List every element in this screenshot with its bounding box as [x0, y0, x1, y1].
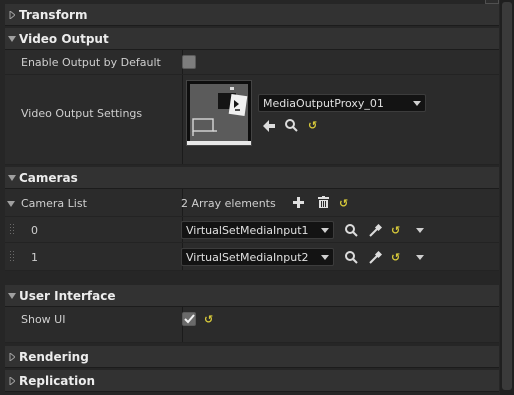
checkmark-icon — [184, 314, 195, 324]
category-cameras[interactable]: Cameras — [5, 167, 499, 189]
category-transform[interactable]: Transform — [5, 4, 499, 26]
drag-handle-icon[interactable] — [10, 251, 16, 263]
category-replication[interactable]: Replication — [5, 370, 499, 392]
collapse-arrow-icon[interactable] — [7, 197, 15, 210]
property-label: Camera List — [21, 197, 87, 210]
reset-to-default-icon[interactable]: ↺ — [308, 120, 317, 131]
browse-search-icon[interactable] — [344, 250, 358, 264]
collapsed-arrow-icon — [5, 10, 19, 19]
category-rendering[interactable]: Rendering — [5, 346, 499, 368]
array-count: 2 Array elements — [181, 197, 276, 210]
category-label: Cameras — [19, 170, 78, 185]
array-index: 0 — [31, 224, 38, 237]
property-label: Video Output Settings — [21, 107, 143, 120]
dropdown-value: VirtualSetMediaInput1 — [186, 223, 309, 237]
property-row-video-output-settings: Video Output Settings MediaOutputProxy_0… — [5, 75, 499, 165]
category-label: User Interface — [19, 288, 116, 303]
browse-search-icon[interactable] — [284, 118, 298, 132]
reset-to-default-icon[interactable]: ↺ — [391, 225, 400, 236]
category-label: Replication — [19, 373, 96, 388]
property-row-camera-list: Camera List 2 Array elements ↺ — [5, 189, 499, 217]
use-selected-arrow-icon[interactable] — [262, 119, 276, 133]
drag-handle-icon[interactable] — [10, 224, 16, 236]
chevron-down-icon — [321, 228, 329, 233]
category-label: Transform — [19, 7, 88, 22]
column-splitter[interactable] — [182, 75, 183, 164]
reset-to-default-icon[interactable]: ↺ — [204, 314, 213, 325]
media-output-icon — [190, 84, 248, 142]
camera-input-dropdown[interactable]: VirtualSetMediaInput1 — [181, 221, 334, 239]
asset-thumbnail[interactable] — [186, 80, 252, 146]
element-menu-chevron-icon[interactable] — [415, 227, 425, 233]
thumbnail-image — [190, 84, 248, 142]
dropdown-value: VirtualSetMediaInput2 — [186, 250, 309, 264]
media-output-asset-dropdown[interactable]: MediaOutputProxy_01 — [258, 94, 426, 112]
category-user-interface[interactable]: User Interface — [5, 285, 499, 307]
category-label: Video Output — [19, 31, 109, 46]
array-index: 1 — [31, 251, 38, 264]
property-label: Show UI — [21, 313, 66, 326]
eyedropper-icon[interactable] — [368, 250, 382, 264]
show-ui-checkbox[interactable] — [182, 312, 196, 326]
property-label: Enable Output by Default — [21, 56, 161, 69]
thumbnail-color-bar — [187, 141, 251, 145]
element-menu-chevron-icon[interactable] — [415, 254, 425, 260]
property-row-show-ui: Show UI ↺ — [5, 307, 499, 343]
category-label: Rendering — [19, 349, 89, 364]
reset-to-default-icon[interactable]: ↺ — [391, 252, 400, 263]
chevron-down-icon — [413, 101, 421, 106]
dropdown-value: MediaOutputProxy_01 — [263, 96, 384, 110]
array-element-row: 1 VirtualSetMediaInput2 ↺ — [5, 243, 499, 271]
property-row-enable-output: Enable Output by Default — [5, 50, 499, 75]
chevron-down-icon — [321, 255, 329, 260]
collapsed-arrow-icon — [5, 376, 19, 385]
array-element-row: 0 VirtualSetMediaInput1 ↺ — [5, 217, 499, 243]
collapsed-arrow-icon — [5, 352, 19, 361]
scrollbar-thumb[interactable] — [502, 2, 512, 390]
camera-input-dropdown[interactable]: VirtualSetMediaInput2 — [181, 248, 334, 266]
enable-output-checkbox[interactable] — [182, 55, 196, 69]
reset-to-default-icon[interactable]: ↺ — [339, 198, 348, 209]
category-video-output[interactable]: Video Output — [5, 28, 499, 50]
add-element-icon[interactable] — [292, 196, 304, 208]
browse-search-icon[interactable] — [344, 223, 358, 237]
expanded-arrow-icon — [5, 35, 19, 42]
expanded-arrow-icon — [5, 292, 19, 299]
details-panel: Transform Video Output Enable Output by … — [0, 0, 514, 395]
expanded-arrow-icon — [5, 174, 19, 181]
trash-icon[interactable] — [317, 196, 329, 208]
eyedropper-icon[interactable] — [368, 223, 382, 237]
